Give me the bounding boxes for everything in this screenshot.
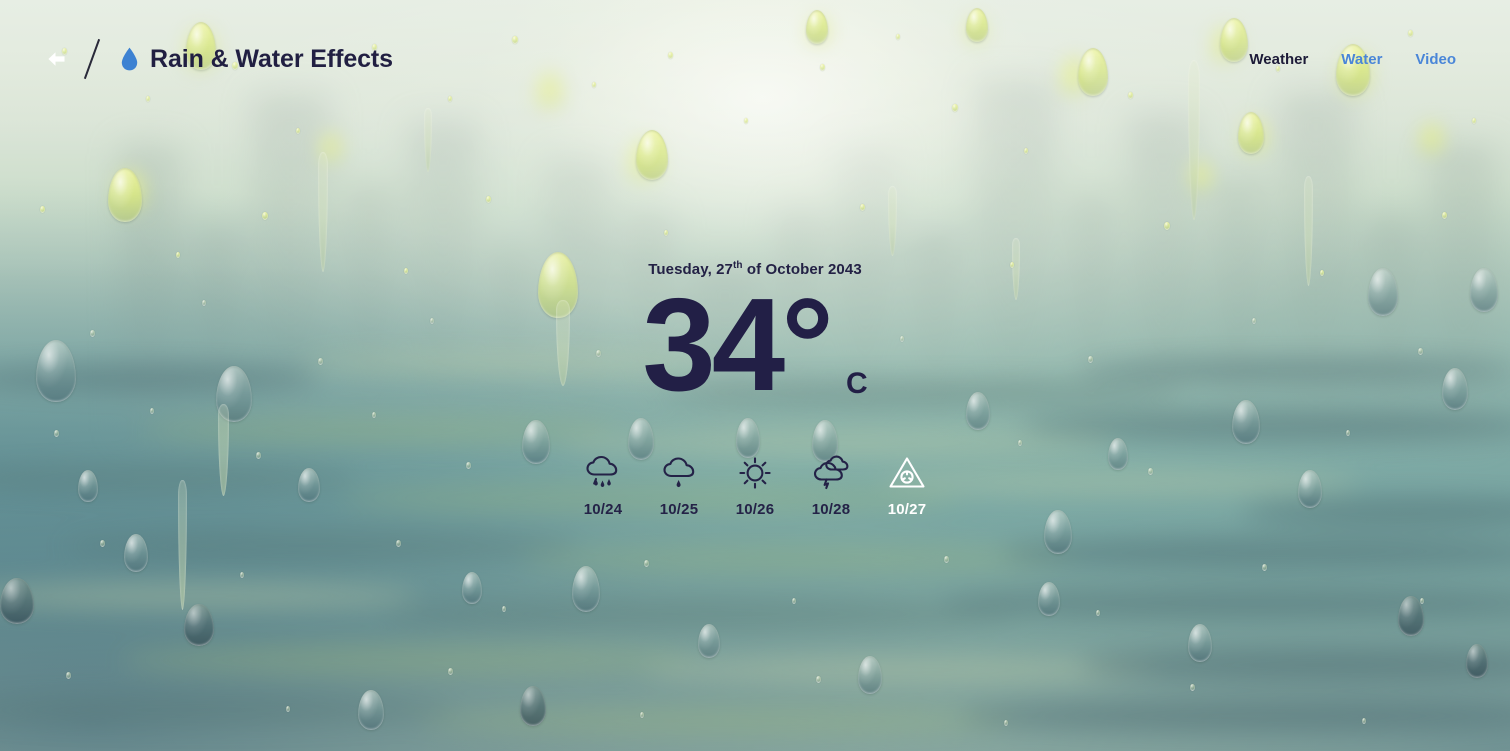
- forecast-row: 10/24 10/25 10/26 10/28 10/27: [565, 451, 945, 518]
- brand-group: Rain & Water Effects: [42, 36, 393, 82]
- forecast-label: 10/25: [659, 501, 699, 519]
- nav-item-weather[interactable]: Weather: [1249, 51, 1308, 68]
- nav-item-water[interactable]: Water: [1341, 51, 1382, 68]
- weather-date-ordinal: th: [732, 260, 743, 271]
- temperature-value: 34°: [642, 271, 834, 418]
- forecast-label: 10/27: [887, 501, 927, 519]
- top-header: Rain & Water Effects Weather Water Video: [0, 0, 1510, 118]
- forecast-label: 10/28: [811, 501, 851, 519]
- water-drop-icon: [114, 43, 144, 75]
- drizzle-cloud-icon: [659, 451, 699, 495]
- current-temperature: 34° C: [642, 271, 868, 418]
- slash-divider: [78, 36, 108, 82]
- rain-cloud-icon: [583, 451, 623, 495]
- sun-icon: [735, 451, 775, 495]
- page-title: Rain & Water Effects: [150, 44, 393, 73]
- temperature-unit: C: [845, 367, 868, 401]
- forecast-item-1027[interactable]: 10/27: [869, 451, 945, 518]
- main-nav: Weather Water Video: [1249, 51, 1456, 68]
- nav-item-video[interactable]: Video: [1415, 51, 1456, 68]
- warning-triangle-icon: [886, 451, 928, 495]
- forecast-item-1026[interactable]: 10/26: [717, 451, 793, 518]
- forecast-label: 10/24: [583, 501, 623, 519]
- rain-water-effects-page: Rain & Water Effects Weather Water Video…: [0, 0, 1510, 751]
- forecast-label: 10/26: [735, 501, 775, 519]
- forecast-item-1028[interactable]: 10/28: [793, 451, 869, 518]
- forecast-item-1025[interactable]: 10/25: [641, 451, 717, 518]
- forecast-item-1024[interactable]: 10/24: [565, 451, 641, 518]
- storm-cloud-icon: [811, 451, 851, 495]
- back-button[interactable]: [42, 44, 72, 74]
- back-arrow-icon: [45, 49, 69, 69]
